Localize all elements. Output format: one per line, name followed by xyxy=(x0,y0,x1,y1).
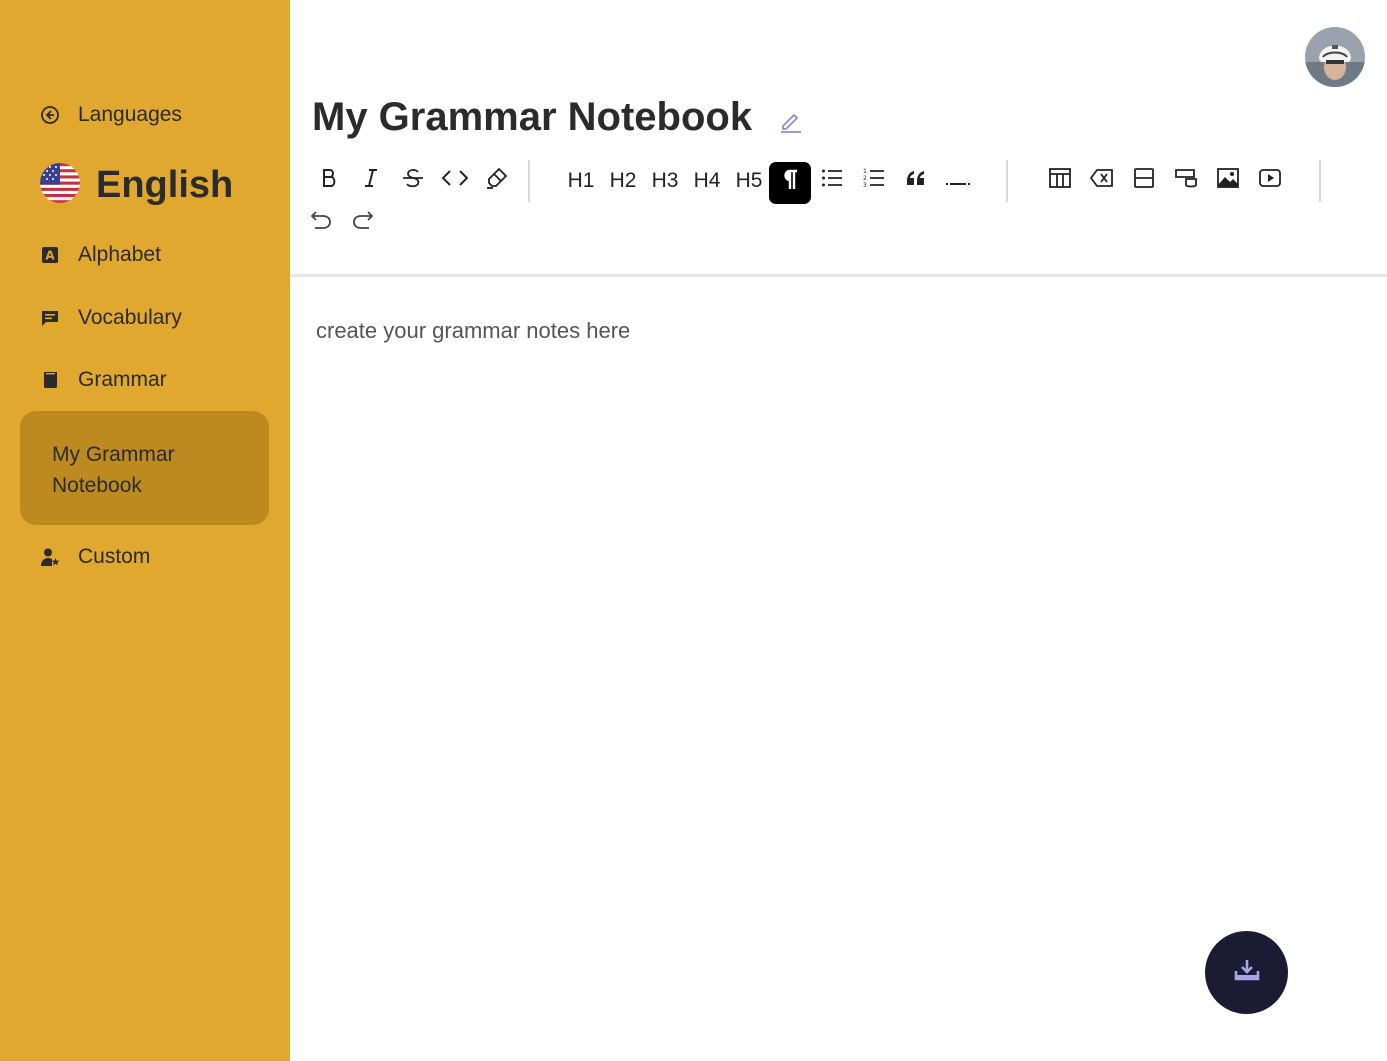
highlighter-icon xyxy=(486,167,508,195)
sidebar: Languages English A Alphabet Vocabulary … xyxy=(0,0,290,1061)
italic-button[interactable] xyxy=(350,160,392,202)
sidebar-item-label: My Grammar Notebook xyxy=(52,443,175,497)
undo-button[interactable] xyxy=(300,202,342,244)
ordered-list-button[interactable]: 123 xyxy=(853,160,895,202)
h1-label: H1 xyxy=(567,169,595,192)
toolbar-separator xyxy=(1319,160,1321,202)
table-row-icon xyxy=(1134,168,1154,194)
svg-text:3: 3 xyxy=(863,182,867,189)
h2-label: H2 xyxy=(609,169,637,192)
svg-text:1: 1 xyxy=(863,168,867,175)
blockquote-button[interactable] xyxy=(895,160,937,202)
sidebar-item-alphabet[interactable]: A Alphabet xyxy=(40,243,161,267)
sidebar-item-label: Grammar xyxy=(78,368,167,391)
languages-link-label: Languages xyxy=(78,103,182,126)
book-icon xyxy=(40,370,60,390)
h2-button[interactable]: H2 xyxy=(602,160,644,202)
chat-icon xyxy=(40,308,60,328)
us-flag-icon xyxy=(40,163,80,208)
download-icon xyxy=(1234,958,1260,987)
backspace-icon xyxy=(1089,168,1114,194)
h3-button[interactable]: H3 xyxy=(644,160,686,202)
insert-video-button[interactable] xyxy=(1249,160,1291,202)
insert-image-button[interactable] xyxy=(1207,160,1249,202)
redo-icon xyxy=(352,209,374,237)
h5-label: H5 xyxy=(735,169,763,192)
h3-label: H3 xyxy=(651,169,679,192)
download-button[interactable] xyxy=(1205,931,1288,1014)
delete-table-button[interactable] xyxy=(1081,160,1123,202)
pencil-icon xyxy=(778,113,804,138)
bullet-list-icon xyxy=(821,168,843,194)
editor-placeholder: create your grammar notes here xyxy=(316,318,631,343)
ordered-list-icon: 123 xyxy=(863,167,885,195)
pilcrow-icon xyxy=(781,169,799,197)
bold-button[interactable] xyxy=(308,160,350,202)
sidebar-item-custom[interactable]: Custom xyxy=(40,545,150,569)
editor-area[interactable]: create your grammar notes here xyxy=(316,318,1356,878)
main-content: My Grammar Notebook H1 H2 H3 H4 H5 1 2 3… xyxy=(290,0,1387,1061)
table-row-button[interactable] xyxy=(1123,160,1165,202)
code-icon xyxy=(441,168,469,194)
svg-text:2: 2 xyxy=(863,175,867,182)
redo-button[interactable] xyxy=(342,202,384,244)
edit-title-button[interactable] xyxy=(778,108,804,134)
language-title: English xyxy=(96,164,234,206)
horizontal-rule-icon xyxy=(946,169,970,193)
toolbar-separator xyxy=(1006,160,1008,202)
strikethrough-icon xyxy=(402,168,424,194)
insert-table-button[interactable] xyxy=(1039,160,1081,202)
horizontal-rule-button[interactable] xyxy=(937,160,979,202)
toolbar-separator xyxy=(528,160,530,202)
bullet-list-button[interactable] xyxy=(811,160,853,202)
highlight-button[interactable] xyxy=(476,160,518,202)
table-split-icon xyxy=(1175,168,1197,194)
alphabet-icon: A xyxy=(40,245,60,265)
sidebar-item-label: Custom xyxy=(78,545,151,568)
h1-button[interactable]: H1 xyxy=(560,160,602,202)
bold-icon xyxy=(320,168,338,194)
h4-label: H4 xyxy=(693,169,721,192)
quote-icon xyxy=(905,169,927,193)
sidebar-item-my-grammar-notebook[interactable]: My Grammar Notebook xyxy=(20,411,269,525)
italic-icon xyxy=(362,168,380,194)
code-button[interactable] xyxy=(434,160,476,202)
h5-button[interactable]: H5 xyxy=(728,160,770,202)
arrow-left-circle-icon xyxy=(40,105,60,125)
sidebar-item-label: Alphabet xyxy=(78,243,161,266)
user-star-icon xyxy=(40,547,60,567)
undo-icon xyxy=(310,209,332,237)
language-header: English xyxy=(40,163,233,208)
video-icon xyxy=(1259,169,1281,193)
table-column-button[interactable] xyxy=(1165,160,1207,202)
page-title: My Grammar Notebook xyxy=(312,95,753,139)
strikethrough-button[interactable] xyxy=(392,160,434,202)
table-icon xyxy=(1049,168,1071,194)
svg-text:A: A xyxy=(45,249,55,263)
languages-link[interactable]: Languages xyxy=(40,103,182,127)
sidebar-item-label: Vocabulary xyxy=(78,306,182,329)
image-icon xyxy=(1217,168,1239,194)
sidebar-item-vocabulary[interactable]: Vocabulary xyxy=(40,306,182,330)
paragraph-button[interactable] xyxy=(769,162,811,204)
h4-button[interactable]: H4 xyxy=(686,160,728,202)
sidebar-item-grammar[interactable]: Grammar xyxy=(40,368,167,392)
editor-toolbar: H1 H2 H3 H4 H5 123 xyxy=(308,160,1378,240)
toolbar-divider xyxy=(290,274,1387,277)
avatar[interactable] xyxy=(1305,27,1365,87)
